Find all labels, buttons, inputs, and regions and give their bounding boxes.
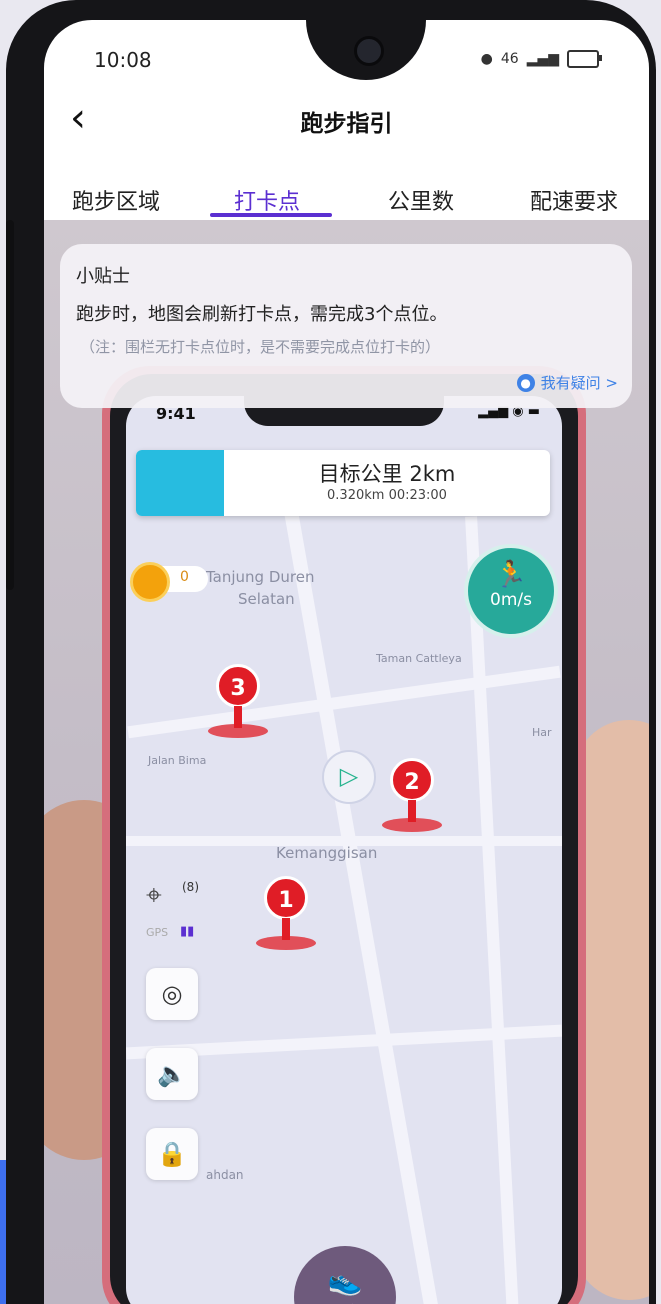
- checkpoint-pin-3[interactable]: 3: [208, 664, 268, 754]
- map-label: Kemanggisan: [276, 844, 378, 862]
- network-label: 46: [500, 51, 519, 67]
- coin-icon: [130, 562, 170, 602]
- rest-label: 稍息: [294, 1299, 396, 1304]
- camera-icon: [354, 36, 384, 66]
- speaker-icon: 🔈: [157, 1060, 187, 1088]
- pin-base: [256, 936, 316, 950]
- target-distance-card: 目标公里 2km 0.320km 00:23:00: [136, 450, 550, 516]
- map-label: Jalan Bima: [148, 754, 207, 767]
- status-time: 10:08: [94, 48, 152, 72]
- gps-label: GPS: [146, 926, 169, 939]
- coin-count: 0: [180, 569, 189, 585]
- target-subtitle: 0.320km 00:23:00: [327, 488, 447, 503]
- speed-value: 0m/s: [490, 590, 532, 610]
- device-frame: 10:08 ● 46 ▂▄▆ ‹ 跑步指引 Tanjung Duren Sela…: [6, 0, 656, 1304]
- checkpoint-pin-2[interactable]: 2: [382, 758, 442, 848]
- gps-signal-icon: ▮▮: [180, 924, 195, 939]
- tips-text: 跑步时，地图会刷新打卡点，需完成3个点位。: [76, 304, 448, 325]
- runner-icon: 🏃: [494, 560, 528, 590]
- checkpoint-number: 2: [390, 758, 434, 802]
- map-label: Tanjung Duren: [206, 568, 315, 586]
- checkpoint-number: 1: [264, 876, 308, 920]
- tab-running-area[interactable]: 跑步区域: [72, 184, 160, 216]
- tab-pace[interactable]: 配速要求: [530, 184, 618, 216]
- sound-button[interactable]: 🔈: [146, 1048, 198, 1100]
- speed-button[interactable]: 🏃 0m/s: [464, 544, 558, 638]
- location-icon: ●: [480, 51, 493, 67]
- checkpoint-number: 3: [216, 664, 260, 708]
- tips-card: 小贴士 跑步时，地图会刷新打卡点，需完成3个点位。 （注：围栏无打卡点位时，是不…: [60, 244, 632, 408]
- map-label: Har: [532, 726, 552, 739]
- map-road: [127, 665, 561, 739]
- lock-icon: 🔒: [157, 1140, 187, 1168]
- faq-link[interactable]: ● 我有疑问 >: [516, 372, 618, 393]
- pin-base: [208, 724, 268, 738]
- rest-button[interactable]: 👟 稍息: [294, 1246, 396, 1304]
- status-icons: ● 46 ▂▄▆: [480, 50, 602, 68]
- locate-icon: ◎: [161, 980, 183, 1008]
- device-side-button: [6, 220, 14, 590]
- shoe-icon: 👟: [327, 1264, 363, 1297]
- tab-checkpoints[interactable]: 打卡点: [234, 184, 300, 216]
- map-label: ahdan: [206, 1168, 244, 1182]
- inner-phone: Tanjung Duren Selatan Taman Cattleya Jal…: [102, 366, 586, 1304]
- page-title: 跑步指引: [300, 111, 393, 137]
- target-progress-bar: [136, 450, 224, 516]
- headset-icon: ●: [516, 373, 535, 392]
- map-label: Taman Cattleya: [376, 652, 462, 665]
- battery-icon: [567, 50, 602, 68]
- tab-bar: 跑步区域 打卡点 公里数 配速要求: [44, 160, 649, 220]
- signal-icon: ▂▄▆: [526, 51, 559, 67]
- satellite-icon: ⌖: [146, 878, 162, 911]
- checkpoint-pin-1[interactable]: 1: [256, 876, 316, 966]
- target-title: 目标公里 2km: [318, 462, 456, 486]
- tips-title: 小贴士: [76, 266, 130, 287]
- inner-phone-bezel: Tanjung Duren Selatan Taman Cattleya Jal…: [110, 374, 578, 1304]
- map-label: Selatan: [238, 590, 295, 608]
- inner-phone-screen: Tanjung Duren Selatan Taman Cattleya Jal…: [126, 396, 562, 1304]
- tab-distance[interactable]: 公里数: [388, 184, 454, 216]
- app-screen: 10:08 ● 46 ▂▄▆ ‹ 跑步指引 Tanjung Duren Sela…: [44, 20, 649, 1304]
- locate-button[interactable]: ◎: [146, 968, 198, 1020]
- pin-base: [382, 818, 442, 832]
- tab-active-indicator: [210, 213, 332, 217]
- tips-note: （注：围栏无打卡点位时，是不需要完成点位打卡的）: [80, 338, 441, 356]
- gps-count: (8): [182, 880, 199, 894]
- notch: [306, 20, 426, 80]
- navigation-arrow-icon: ▷: [322, 750, 376, 804]
- lock-button[interactable]: 🔒: [146, 1128, 198, 1180]
- faq-link-label: 我有疑问 >: [540, 374, 618, 392]
